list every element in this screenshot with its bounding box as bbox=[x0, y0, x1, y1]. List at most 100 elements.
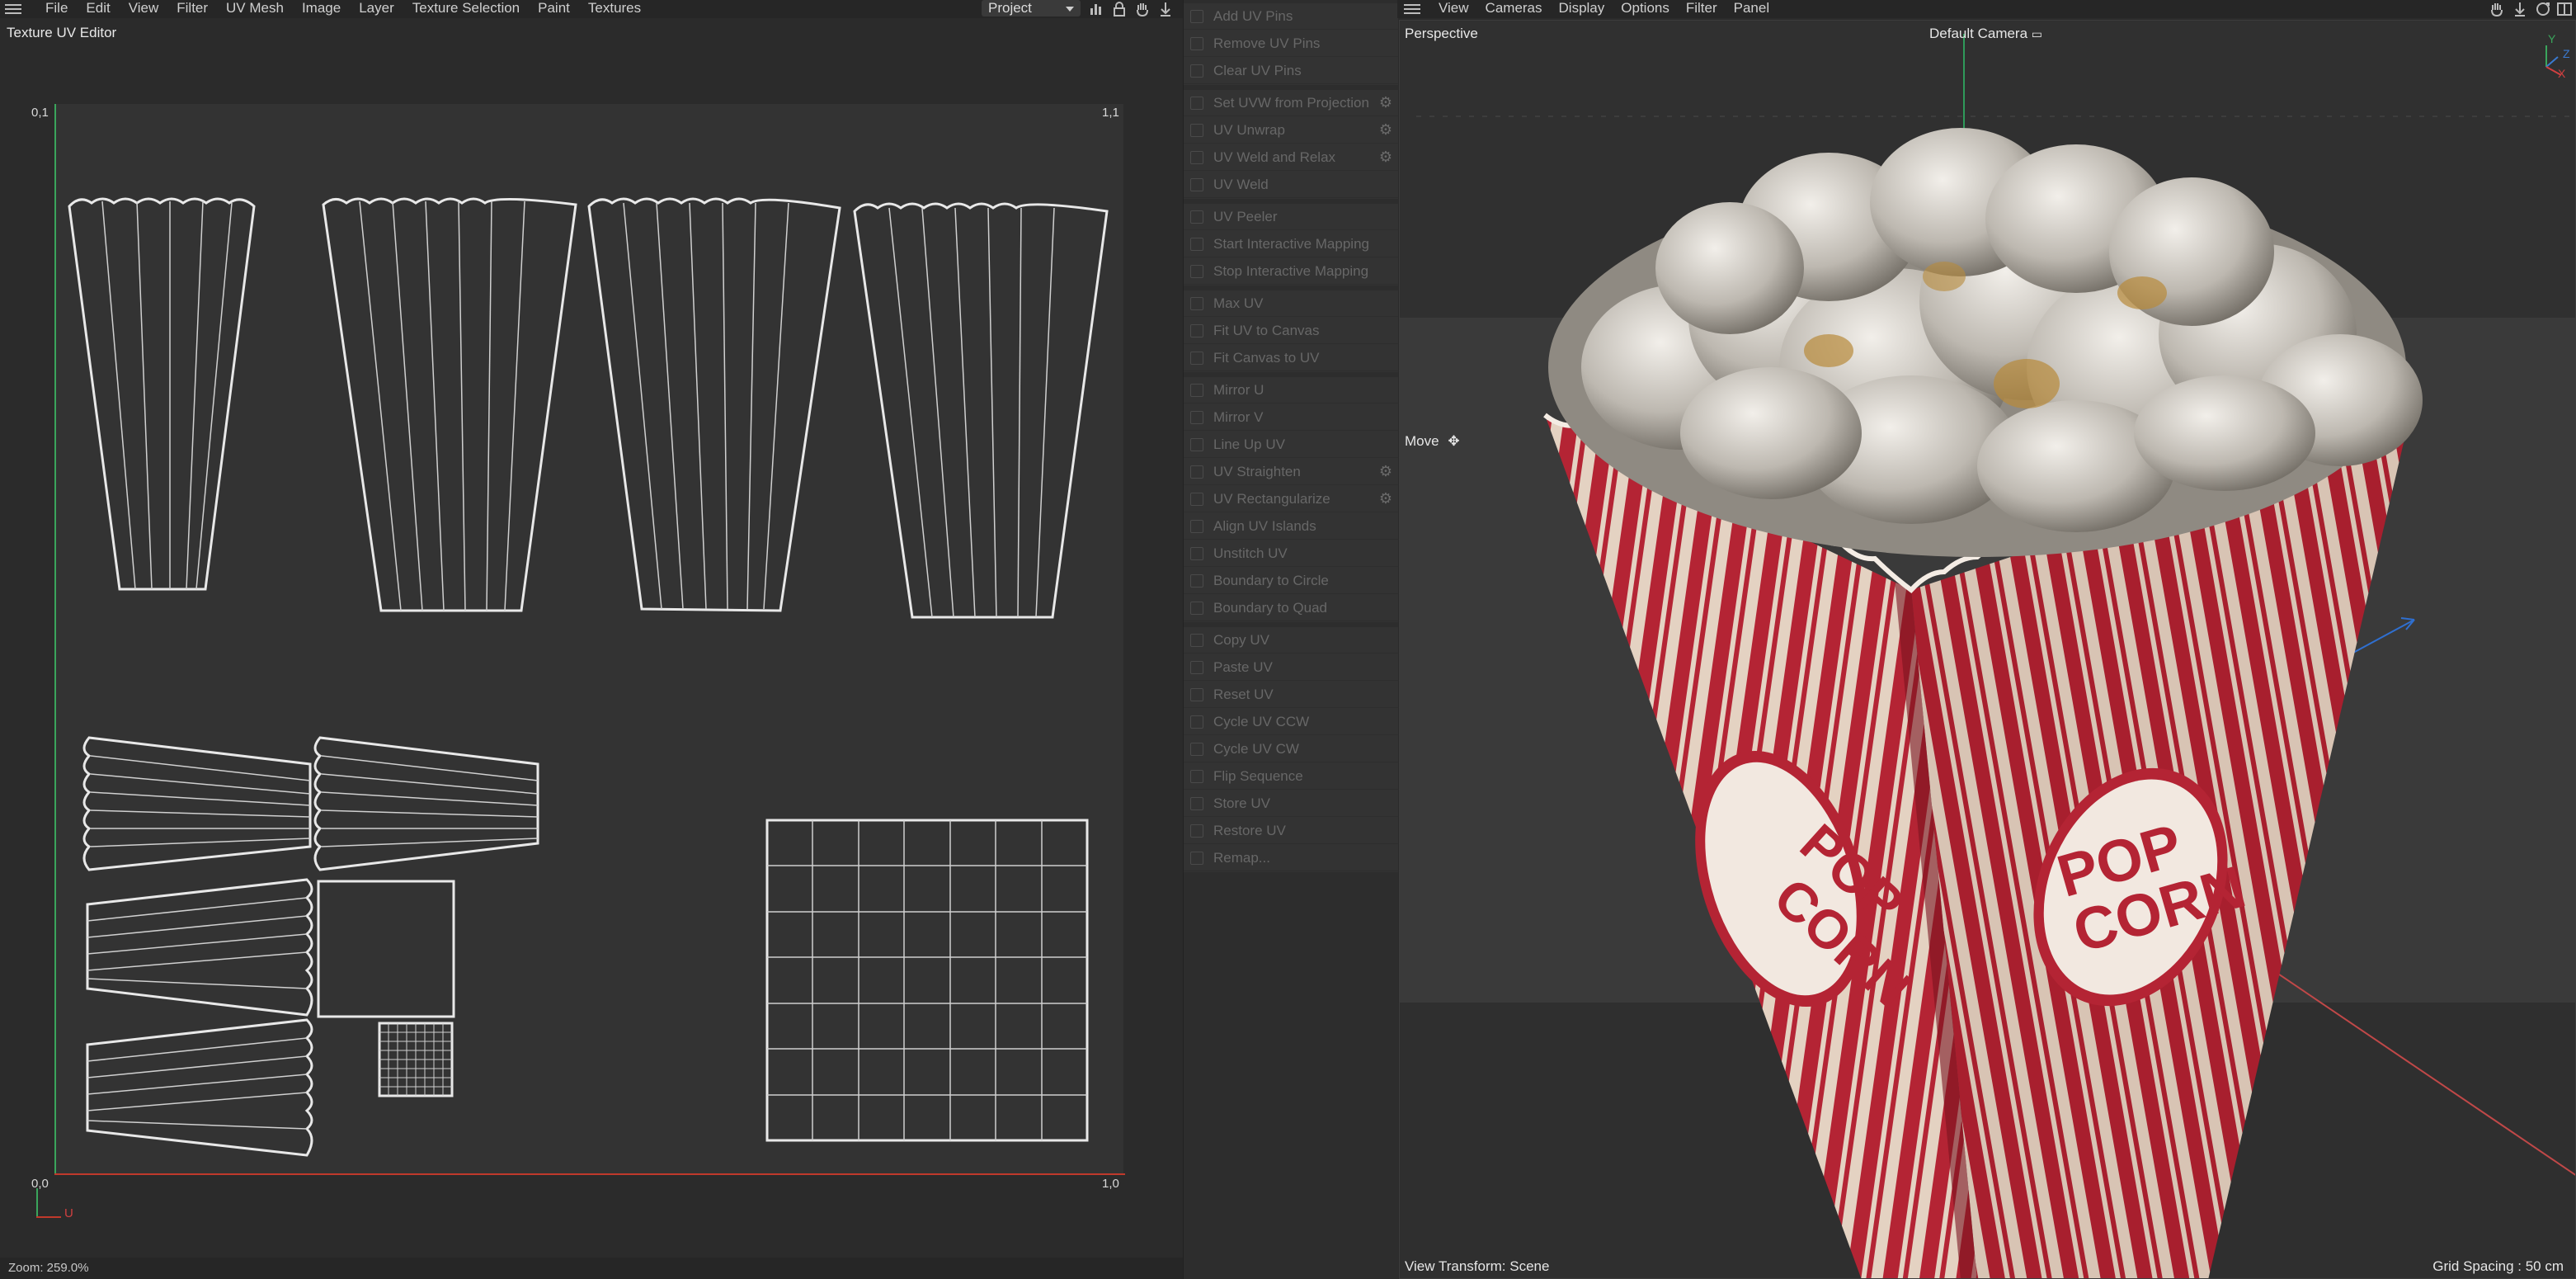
hamburger-menu-icon[interactable] bbox=[5, 2, 21, 17]
histogram-icon[interactable] bbox=[1087, 0, 1105, 18]
gear-icon[interactable]: ⚙ bbox=[1378, 95, 1393, 110]
tool-uv-straighten[interactable]: UV Straighten ⚙ bbox=[1184, 459, 1398, 485]
tool-stop-interactive-mapping[interactable]: Stop Interactive Mapping bbox=[1184, 258, 1398, 285]
uv-island-side-3 bbox=[587, 197, 841, 612]
tool-cycle-uv-ccw[interactable]: Cycle UV CCW bbox=[1184, 709, 1398, 735]
menu-image[interactable]: Image bbox=[293, 0, 350, 17]
mirror-v-icon bbox=[1190, 411, 1203, 424]
rotate-view-icon[interactable] bbox=[2534, 0, 2552, 18]
tool-line-up-uv[interactable]: Line Up UV bbox=[1184, 432, 1398, 458]
tool-remove-uv-pins[interactable]: Remove UV Pins bbox=[1184, 31, 1398, 57]
tool-uv-rectangularize[interactable]: UV Rectangularize ⚙ bbox=[1184, 486, 1398, 512]
tool-add-uv-pins[interactable]: Add UV Pins bbox=[1184, 3, 1398, 30]
uv-menu-items: File Edit View Filter UV Mesh Image Layer Textu… bbox=[36, 0, 650, 17]
uv-v-axis-line bbox=[54, 104, 56, 1175]
play-icon bbox=[1190, 238, 1203, 251]
uv-island-bottom-4 bbox=[86, 1018, 313, 1157]
tool-copy-uv[interactable]: Copy UV bbox=[1184, 627, 1398, 654]
restore-icon bbox=[1190, 824, 1203, 838]
tool-flip-sequence[interactable]: Flip Sequence bbox=[1184, 763, 1398, 790]
axis-gizmo-u-line bbox=[36, 1216, 61, 1218]
tool-align-uv-islands[interactable]: Align UV Islands bbox=[1184, 513, 1398, 540]
tool-boundary-to-quad[interactable]: Boundary to Quad bbox=[1184, 595, 1398, 621]
corner-label-1-1: 1,1 bbox=[1102, 106, 1119, 120]
tool-label: UV Rectangularize bbox=[1213, 491, 1330, 507]
tool-set-uvw-from-projection[interactable]: Set UVW from Projection ⚙ bbox=[1184, 90, 1398, 116]
3d-viewport[interactable]: POP CORN POP CORN Perspective Default Ca… bbox=[1399, 20, 2576, 1279]
tool-uv-weld[interactable]: UV Weld bbox=[1184, 172, 1398, 198]
menu-view[interactable]: View bbox=[120, 0, 168, 17]
tool-label: UV Weld and Relax bbox=[1213, 149, 1336, 165]
pin-remove-icon bbox=[1190, 37, 1203, 50]
viewport-view-name[interactable]: Perspective bbox=[1405, 26, 1478, 42]
tool-boundary-to-circle[interactable]: Boundary to Circle bbox=[1184, 568, 1398, 594]
tool-store-uv[interactable]: Store UV bbox=[1184, 791, 1398, 817]
tool-paste-uv[interactable]: Paste UV bbox=[1184, 654, 1398, 681]
hand-pan-icon[interactable] bbox=[2488, 0, 2506, 18]
tool-fit-canvas-to-uv[interactable]: Fit Canvas to UV bbox=[1184, 345, 1398, 371]
hand-pan-icon[interactable] bbox=[1133, 0, 1151, 18]
gear-icon[interactable]: ⚙ bbox=[1378, 491, 1393, 506]
camera-icon: ▭ bbox=[2031, 27, 2043, 40]
viewport-menu-items: View Cameras Display Options Filter Panel bbox=[1430, 0, 1778, 17]
gear-icon[interactable]: ⚙ bbox=[1378, 149, 1393, 164]
tool-remap[interactable]: Remap... bbox=[1184, 845, 1398, 871]
menu-filter[interactable]: Filter bbox=[167, 0, 217, 17]
viewport-hamburger-icon[interactable] bbox=[1404, 2, 1420, 17]
tool-group: Copy UV Paste UV Reset UV Cycle UV CCW Cycle… bbox=[1184, 627, 1398, 872]
tool-group: UV Peeler Start Interactive Mapping Stop I… bbox=[1184, 204, 1398, 286]
project-select-value: Project bbox=[988, 0, 1032, 16]
tool-label: Cycle UV CW bbox=[1213, 741, 1299, 757]
menu-layer[interactable]: Layer bbox=[350, 0, 403, 17]
menu-uv-mesh[interactable]: UV Mesh bbox=[217, 0, 293, 17]
project-select[interactable]: Project bbox=[982, 0, 1081, 17]
tool-uv-weld-and-relax[interactable]: UV Weld and Relax ⚙ bbox=[1184, 144, 1398, 171]
menu-textures[interactable]: Textures bbox=[579, 0, 650, 17]
line-up-icon bbox=[1190, 438, 1203, 451]
viewport-menu-panel[interactable]: Panel bbox=[1726, 0, 1778, 17]
tool-clear-uv-pins[interactable]: Clear UV Pins bbox=[1184, 58, 1398, 84]
uv-island-side-2 bbox=[322, 197, 577, 612]
viewport-menu-cameras[interactable]: Cameras bbox=[1477, 0, 1551, 17]
corner-label-1-0: 1,0 bbox=[1102, 1177, 1119, 1191]
tool-fit-uv-to-canvas[interactable]: Fit UV to Canvas bbox=[1184, 318, 1398, 344]
menu-edit[interactable]: Edit bbox=[77, 0, 119, 17]
tool-reset-uv[interactable]: Reset UV bbox=[1184, 682, 1398, 708]
lock-icon[interactable] bbox=[1110, 0, 1128, 18]
tool-mirror-v[interactable]: Mirror V bbox=[1184, 404, 1398, 431]
viewport-menu-filter[interactable]: Filter bbox=[1678, 0, 1726, 17]
unwrap-icon bbox=[1190, 124, 1203, 137]
menu-paint[interactable]: Paint bbox=[529, 0, 579, 17]
uv-mesh-wireframe[interactable] bbox=[54, 104, 1123, 1173]
tool-max-uv[interactable]: Max UV bbox=[1184, 290, 1398, 317]
tool-group: Max UV Fit UV to Canvas Fit Canvas to UV bbox=[1184, 290, 1398, 372]
move-down-icon[interactable] bbox=[1156, 0, 1175, 18]
tool-start-interactive-mapping[interactable]: Start Interactive Mapping bbox=[1184, 231, 1398, 257]
tool-unstitch-uv[interactable]: Unstitch UV bbox=[1184, 540, 1398, 567]
corner-label-0-1: 0,1 bbox=[31, 106, 49, 120]
tool-uv-peeler[interactable]: UV Peeler bbox=[1184, 204, 1398, 230]
tool-uv-unwrap[interactable]: UV Unwrap ⚙ bbox=[1184, 117, 1398, 144]
tool-mirror-u[interactable]: Mirror U bbox=[1184, 377, 1398, 404]
fit-uv-icon bbox=[1190, 352, 1203, 365]
gear-icon[interactable]: ⚙ bbox=[1378, 122, 1393, 137]
menu-file[interactable]: File bbox=[36, 0, 77, 17]
tool-cycle-uv-cw[interactable]: Cycle UV CW bbox=[1184, 736, 1398, 762]
viewport-menu-options[interactable]: Options bbox=[1613, 0, 1678, 17]
move-down-icon[interactable] bbox=[2511, 0, 2529, 18]
tool-label: UV Straighten bbox=[1213, 464, 1301, 479]
layout-panels-icon[interactable] bbox=[2555, 0, 2574, 18]
align-icon bbox=[1190, 520, 1203, 533]
tool-restore-uv[interactable]: Restore UV bbox=[1184, 818, 1398, 844]
gear-icon[interactable]: ⚙ bbox=[1378, 464, 1393, 479]
tool-label: Flip Sequence bbox=[1213, 768, 1303, 784]
viewport-menu-view[interactable]: View bbox=[1430, 0, 1477, 17]
tool-label: Reset UV bbox=[1213, 687, 1274, 702]
viewport-menubar: View Cameras Display Options Filter Panel bbox=[1397, 0, 2576, 18]
uv-editor-menubar: File Edit View Filter UV Mesh Image Layer Textu… bbox=[0, 0, 1183, 18]
camera-name[interactable]: Default Camera ▭ bbox=[1929, 26, 2042, 42]
menu-texture-selection[interactable]: Texture Selection bbox=[403, 0, 529, 17]
uv-canvas[interactable] bbox=[54, 104, 1123, 1173]
viewport-menu-display[interactable]: Display bbox=[1551, 0, 1613, 17]
quad-icon bbox=[1190, 602, 1203, 615]
